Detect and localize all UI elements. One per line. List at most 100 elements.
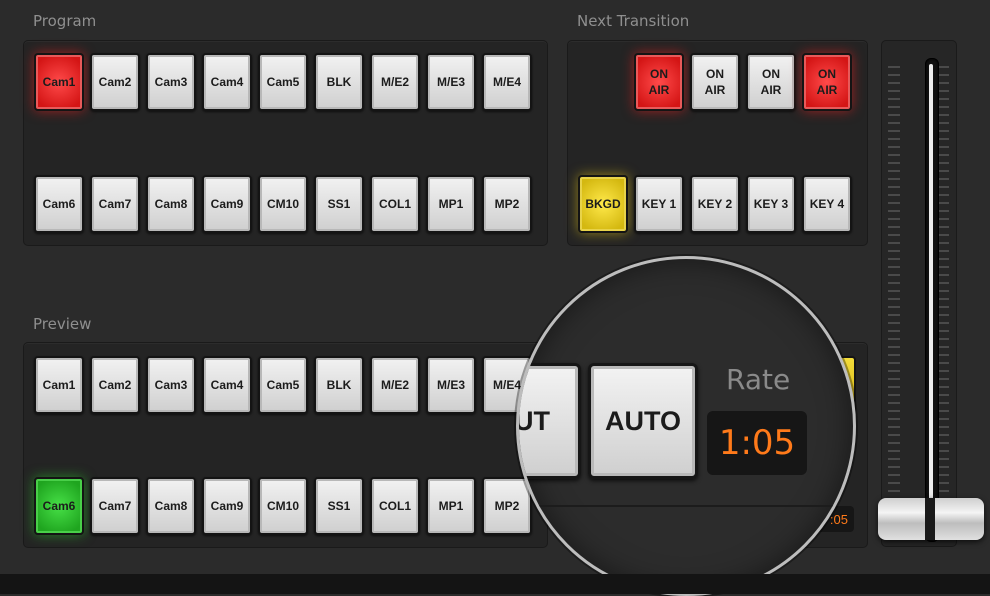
auto-button[interactable]: AUTO — [588, 363, 698, 479]
cut-button[interactable]: UT — [519, 363, 581, 479]
program-cam7-button[interactable]: Cam7 — [90, 175, 140, 233]
tbar-tick — [888, 354, 900, 356]
preview-ss1-button[interactable]: SS1 — [314, 477, 364, 535]
tbar-tick — [888, 74, 900, 76]
program-button-label: SS1 — [327, 197, 351, 211]
tbar-tick — [888, 130, 900, 132]
tbar-tick — [888, 66, 900, 68]
rate-display[interactable]: 1:05 — [707, 411, 807, 475]
magnifier-lens: UT AUTO Rate 1:05 — [516, 256, 856, 596]
program-cam1-button[interactable]: Cam1 — [34, 53, 84, 111]
preview-button-label: COL1 — [378, 499, 411, 513]
program-button-label: Cam6 — [42, 197, 76, 211]
tbar-tick — [888, 218, 900, 220]
next-transition-key-4-button[interactable]: KEY 4 — [802, 175, 852, 233]
preview-mp1-button[interactable]: MP1 — [426, 477, 476, 535]
preview-button-label: Cam2 — [98, 378, 132, 392]
tbar-tick — [888, 426, 900, 428]
preview-button-label: Cam7 — [98, 499, 132, 513]
on-air-button-label: ON AIR — [816, 67, 838, 97]
next-transition-key-2-button[interactable]: KEY 2 — [690, 175, 740, 233]
tbar-tick — [888, 98, 900, 100]
on-air-on-air-button[interactable]: ON AIR — [746, 53, 796, 111]
next-transition-key-1-button[interactable]: KEY 1 — [634, 175, 684, 233]
tbar-tick — [888, 122, 900, 124]
program-mp1-button[interactable]: MP1 — [426, 175, 476, 233]
next-transition-label: Next Transition — [577, 12, 690, 30]
preview-button-label: BLK — [326, 378, 352, 392]
preview-button-label: MP1 — [438, 499, 464, 513]
preview-cam1-button[interactable]: Cam1 — [34, 356, 84, 414]
program-cm10-button[interactable]: CM10 — [258, 175, 308, 233]
program-cam5-button[interactable]: Cam5 — [258, 53, 308, 111]
on-air-button-label: ON AIR — [760, 67, 782, 97]
program-button-label: COL1 — [378, 197, 411, 211]
tbar-tick — [888, 170, 900, 172]
preview-cam5-button[interactable]: Cam5 — [258, 356, 308, 414]
program-m-e3-button[interactable]: M/E3 — [426, 53, 476, 111]
next-transition-panel: ON AIR ON AIR ON AIR ON AIR BKGD KEY 1 KEY 2 K… — [567, 40, 868, 246]
tbar-tick — [888, 210, 900, 212]
program-button-label: MP2 — [494, 197, 520, 211]
preview-label: Preview — [33, 315, 92, 333]
program-button-label: Cam3 — [154, 75, 188, 89]
preview-col1-button[interactable]: COL1 — [370, 477, 420, 535]
tbar-tick — [888, 290, 900, 292]
preview-button-label: Cam4 — [210, 378, 244, 392]
tbar-tick — [888, 370, 900, 372]
preview-cam3-button[interactable]: Cam3 — [146, 356, 196, 414]
program-cam3-button[interactable]: Cam3 — [146, 53, 196, 111]
tbar-tick — [888, 90, 900, 92]
tbar-tick — [888, 138, 900, 140]
tbar-handle[interactable] — [878, 498, 984, 540]
preview-m-e3-button[interactable]: M/E3 — [426, 356, 476, 414]
preview-cam8-button[interactable]: Cam8 — [146, 477, 196, 535]
preview-blk-button[interactable]: BLK — [314, 356, 364, 414]
preview-cam7-button[interactable]: Cam7 — [90, 477, 140, 535]
tbar-tick — [888, 458, 900, 460]
tbar-tick — [888, 178, 900, 180]
tbar-tick — [888, 418, 900, 420]
program-cam2-button[interactable]: Cam2 — [90, 53, 140, 111]
program-panel: Cam1 Cam2 Cam3 Cam4 Cam5 BLK M/E2 M/E3 M/E4 Cam6… — [23, 40, 548, 246]
preview-cm10-button[interactable]: CM10 — [258, 477, 308, 535]
on-air-on-air-button[interactable]: ON AIR — [690, 53, 740, 111]
tbar-panel — [881, 40, 957, 547]
program-button-label: BLK — [326, 75, 352, 89]
tbar-tick — [888, 490, 900, 492]
preview-cam9-button[interactable]: Cam9 — [202, 477, 252, 535]
program-cam8-button[interactable]: Cam8 — [146, 175, 196, 233]
tbar-tick — [888, 82, 900, 84]
lens-panel-edge — [519, 505, 853, 507]
tbar-tick — [888, 322, 900, 324]
tbar-tick — [888, 154, 900, 156]
preview-button-label: CM10 — [266, 499, 299, 513]
program-cam4-button[interactable]: Cam4 — [202, 53, 252, 111]
program-m-e2-button[interactable]: M/E2 — [370, 53, 420, 111]
preview-cam2-button[interactable]: Cam2 — [90, 356, 140, 414]
next-transition-bkgd-button[interactable]: BKGD — [578, 175, 628, 233]
tbar-tick — [888, 274, 900, 276]
preview-button-label: Cam8 — [154, 499, 188, 513]
on-air-on-air-button[interactable]: ON AIR — [802, 53, 852, 111]
next-transition-key-3-button[interactable]: KEY 3 — [746, 175, 796, 233]
program-mp2-button[interactable]: MP2 — [482, 175, 532, 233]
next-transition-button-label: KEY 3 — [753, 197, 789, 211]
tbar-tick — [888, 402, 900, 404]
program-col1-button[interactable]: COL1 — [370, 175, 420, 233]
on-air-on-air-button[interactable]: ON AIR — [634, 53, 684, 111]
next-transition-button-label: BKGD — [585, 197, 621, 211]
program-m-e4-button[interactable]: M/E4 — [482, 53, 532, 111]
tbar-tick — [888, 226, 900, 228]
preview-cam4-button[interactable]: Cam4 — [202, 356, 252, 414]
rate-label: Rate — [726, 363, 791, 396]
preview-m-e2-button[interactable]: M/E2 — [370, 356, 420, 414]
on-air-button-label: ON AIR — [648, 67, 670, 97]
preview-cam6-button[interactable]: Cam6 — [34, 477, 84, 535]
program-blk-button[interactable]: BLK — [314, 53, 364, 111]
program-cam6-button[interactable]: Cam6 — [34, 175, 84, 233]
preview-button-label: M/E4 — [492, 378, 521, 392]
program-ss1-button[interactable]: SS1 — [314, 175, 364, 233]
program-cam9-button[interactable]: Cam9 — [202, 175, 252, 233]
program-button-label: Cam4 — [210, 75, 244, 89]
